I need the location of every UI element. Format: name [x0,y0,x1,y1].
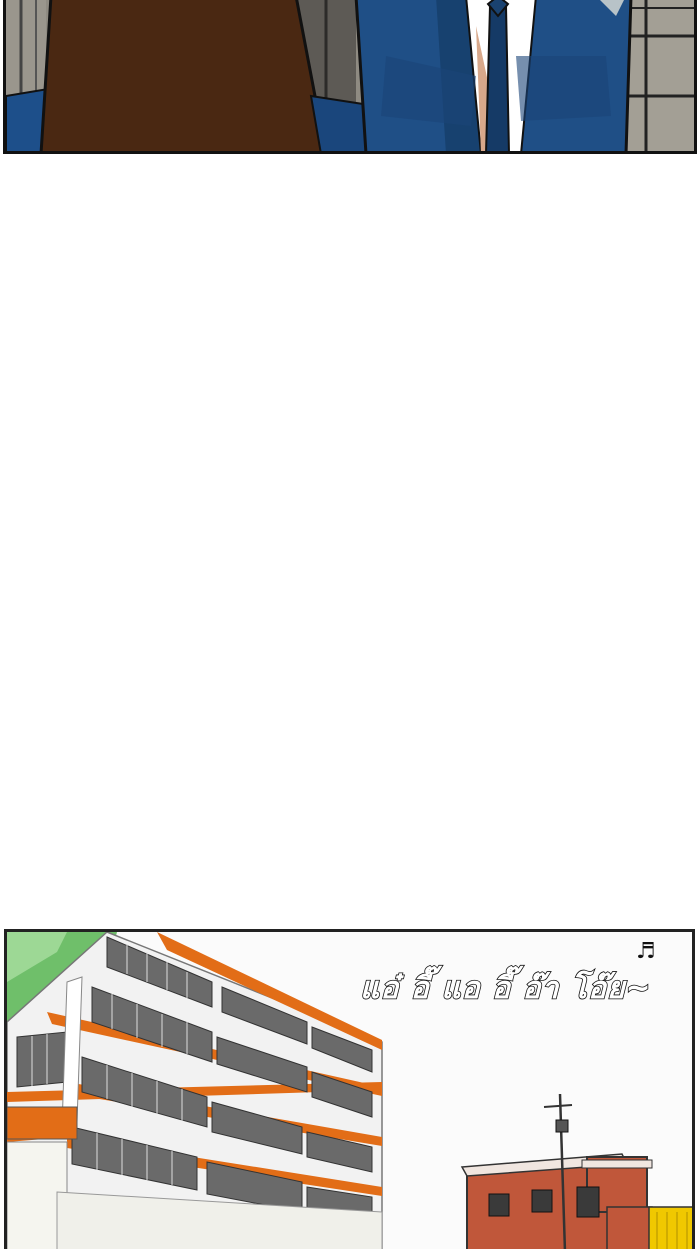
office-scene-art [6,0,694,151]
office-scene-panel [3,0,697,154]
singing-sound-effect: แอ๋ อี๊ แอ อี๊ อ๊า โอ๊ย~ [359,970,652,1007]
music-note-icon: ♬ [636,939,656,964]
